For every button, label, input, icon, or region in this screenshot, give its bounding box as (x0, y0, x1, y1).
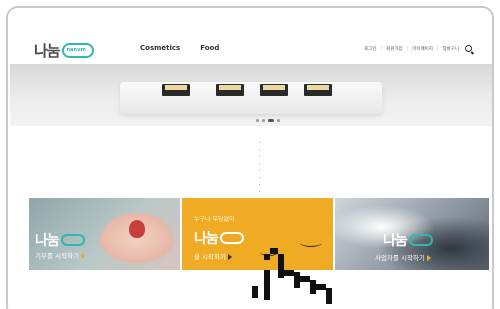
logo-text: 나눔 (34, 42, 61, 60)
scroll-divider (259, 142, 260, 192)
logo-badge-text: nanum (66, 47, 86, 53)
card-subtitle-text: 을 시작하기 (194, 253, 226, 261)
donate-card[interactable]: 나눔 기부를 시작하기 (29, 198, 180, 270)
util-separator: | (380, 46, 383, 51)
main-nav: Cosmetics Food (140, 44, 219, 52)
arrow-right-icon (426, 255, 431, 261)
card-subtitle: 을 시작하기 (194, 251, 232, 261)
card-logo: 나눔 (35, 230, 85, 250)
business-card[interactable]: 나눔 사업자를 시작하기 (335, 198, 489, 270)
util-separator: | (436, 46, 439, 51)
heart-icon (129, 220, 145, 238)
utility-links: 로그인 | 회원가입 | 마이페이지 | 장바구니 (364, 45, 472, 52)
logo-badge (219, 232, 244, 244)
mypage-link[interactable]: 마이페이지 (412, 46, 433, 52)
login-link[interactable]: 로그인 (364, 46, 376, 52)
logo-badge (60, 234, 85, 246)
nav-item-food[interactable]: Food (200, 44, 219, 52)
product-shelf (120, 82, 382, 114)
card-subtitle: 기부를 시작하기 (35, 250, 85, 260)
card-logo-text: 나눔 (383, 233, 408, 249)
card-subtitle: 사업자를 시작하기 (375, 252, 431, 262)
signup-link[interactable]: 회원가입 (386, 46, 403, 52)
search-icon[interactable] (465, 45, 472, 52)
site-header: 나눔 nanum Cosmetics Food 로그인 | 회원가입 | 마이페… (8, 8, 492, 66)
arrow-right-icon (80, 253, 85, 259)
nav-item-cosmetics[interactable]: Cosmetics (140, 44, 180, 52)
product-image (216, 84, 244, 96)
card-logo-text: 나눔 (194, 231, 219, 247)
card-logo-text: 나눔 (35, 233, 60, 249)
product-image (260, 84, 288, 96)
cart-link[interactable]: 장바구니 (442, 46, 459, 52)
slide-dot[interactable] (262, 119, 265, 122)
product-image (162, 84, 190, 96)
slide-dot[interactable] (256, 119, 259, 122)
slide-dot-active[interactable] (268, 119, 274, 122)
util-separator: | (406, 46, 409, 51)
logo-badge: nanum (61, 43, 94, 58)
slide-dot[interactable] (277, 119, 280, 122)
card-logo: 나눔 (383, 230, 433, 250)
site-logo[interactable]: 나눔 nanum (34, 40, 94, 61)
pointer-hand-icon (252, 248, 332, 304)
card-title: 누구나 부담없이 (194, 216, 235, 223)
logo-badge (408, 234, 433, 246)
arrow-right-icon (227, 254, 232, 260)
slide-indicator (256, 119, 280, 122)
product-image (304, 84, 332, 96)
card-subtitle-text: 사업자를 시작하기 (375, 254, 425, 262)
card-subtitle-text: 기부를 시작하기 (35, 252, 79, 260)
hero-banner[interactable] (10, 64, 492, 126)
card-logo: 나눔 (194, 228, 244, 248)
